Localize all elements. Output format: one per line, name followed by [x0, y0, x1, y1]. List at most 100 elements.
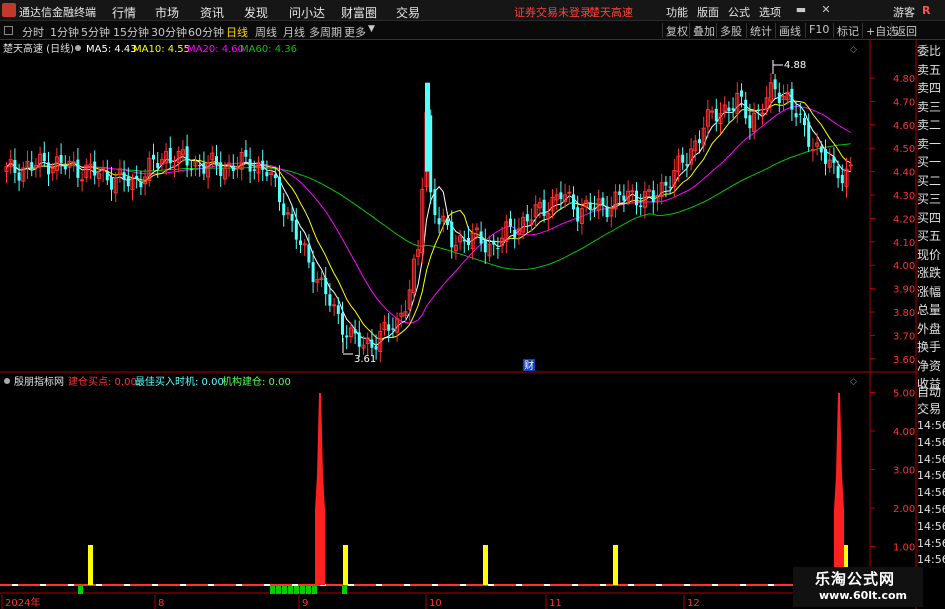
yellow-signal-bar	[343, 545, 348, 585]
more-dropdown-icon[interactable]: ▼	[368, 24, 375, 34]
indicator-settings-icon[interactable]	[4, 378, 10, 384]
tab-30min[interactable]: 30分钟	[151, 24, 187, 40]
candle-body	[47, 162, 50, 175]
candle-body	[450, 221, 454, 248]
menu-shichang[interactable]: 市场	[155, 4, 179, 21]
tool-diejia[interactable]: 叠加	[689, 23, 715, 38]
date-label: 9	[302, 598, 308, 609]
period-toolbar: 分时 1分钟 5分钟 15分钟 30分钟 60分钟 日线 周线 月线 多周期 更…	[0, 21, 945, 40]
trade-login-notice[interactable]: 证券交易未登录	[514, 4, 591, 20]
layout-toggle-icon[interactable]	[4, 26, 13, 35]
tab-weekly[interactable]: 周线	[255, 24, 277, 40]
candle-body	[261, 160, 265, 170]
menu-banmian[interactable]: 版面	[697, 4, 719, 20]
ma20-label: MA20: 4.60	[187, 44, 244, 55]
candle-body	[110, 177, 113, 190]
tab-15min[interactable]: 15分钟	[113, 24, 149, 40]
menu-xuanxiang[interactable]: 选项	[759, 4, 781, 20]
tool-tongji[interactable]: 统计	[746, 23, 772, 38]
menu-caifuquan[interactable]: 财富圈	[341, 4, 377, 21]
candle-body	[760, 112, 765, 115]
baseline-dash	[264, 584, 270, 586]
tab-more[interactable]: 更多	[344, 24, 366, 40]
menu-jiaoyi[interactable]: 交易	[396, 4, 420, 21]
menu-faxian[interactable]: 发现	[244, 4, 268, 21]
candle-body	[651, 190, 655, 203]
baseline-dash	[712, 584, 718, 586]
indicator-title: 殷朋指标网	[14, 375, 64, 388]
trade-time: 14:56	[917, 469, 945, 483]
quote-side-panel: 委比 卖五 卖四 卖三 卖二 卖一 买一 买二 买三 买四 买五 现价 涨跌 涨幅 总量 外盘 换手 净资 收益	[917, 42, 945, 391]
menu-wenxiaoda[interactable]: 问小达	[289, 4, 325, 21]
baseline-dash	[96, 584, 102, 586]
baseline-dash	[600, 584, 606, 586]
tab-60min[interactable]: 60分钟	[188, 24, 224, 40]
tab-multi-period[interactable]: 多周期	[309, 24, 342, 40]
candle-body	[202, 162, 206, 174]
user-label[interactable]: 游客	[893, 4, 915, 20]
candle-body	[446, 219, 449, 226]
candle-body	[513, 230, 517, 238]
header-stock-name: 楚天高速	[589, 6, 633, 19]
indicator-tick-label: 1.00	[893, 543, 915, 554]
baseline-dash	[432, 584, 438, 586]
candle-body	[467, 237, 470, 246]
expand-diamond-icon[interactable]: ◇	[850, 45, 857, 55]
settings-icon[interactable]	[75, 45, 81, 51]
tool-duogu[interactable]: 多股	[716, 23, 742, 38]
side-label-2[interactable]: 自动	[917, 384, 945, 401]
tool-huaxian[interactable]: 画线	[775, 23, 801, 38]
candle-body	[559, 192, 563, 200]
site-watermark: 乐淘公式网 www.60lt.com	[793, 567, 923, 607]
tool-fuquan[interactable]: 复权	[662, 23, 688, 38]
candle-body	[698, 139, 701, 144]
expand-diamond-icon-2[interactable]: ◇	[850, 377, 857, 387]
date-axis: 2024年 8 9 10 11 12	[1, 595, 700, 609]
trade-time: 14:56	[917, 536, 945, 550]
green-signal-block	[282, 586, 287, 594]
quote-side-panel-2: 自动交易14:5614:5614:5614:5614:5614:5614:561…	[917, 384, 945, 569]
tool-biaoji[interactable]: 标记	[833, 23, 859, 38]
candle-body	[105, 171, 109, 181]
kline-chart-area[interactable]: 楚天高速 (日线) MA5: 4.43 MA10: 4.55 MA20: 4.6…	[0, 40, 945, 609]
candle-body	[462, 239, 466, 242]
baseline-dash	[404, 584, 410, 586]
trade-time: 14:56	[917, 502, 945, 516]
side-label: 买三	[917, 192, 942, 206]
baseline-dash	[488, 584, 494, 586]
candle-body	[593, 207, 596, 209]
tool-back[interactable]: 返回	[891, 23, 917, 38]
close-icon[interactable]: ✕	[819, 3, 833, 17]
tab-5min[interactable]: 5分钟	[81, 24, 110, 40]
side-label: 买四	[917, 210, 942, 225]
menu-gongshi[interactable]: 公式	[728, 4, 750, 20]
price-tick-label: 4.50	[893, 144, 915, 155]
candle-body	[798, 113, 802, 115]
baseline-dash	[292, 584, 298, 586]
candle-body	[122, 172, 126, 181]
candle-body	[756, 109, 760, 111]
minimize-icon[interactable]: ▬	[794, 3, 808, 17]
candle-body	[437, 218, 441, 225]
tab-monthly[interactable]: 月线	[283, 24, 305, 40]
ma60-label: MA60: 4.36	[240, 44, 297, 55]
tool-f10[interactable]: F10	[805, 23, 829, 38]
red-spike	[315, 393, 325, 585]
candle-body	[30, 162, 34, 169]
side-label-2[interactable]: 交易	[917, 401, 945, 418]
indicator-l2: 最佳买入时机: 0.00	[135, 375, 224, 388]
tab-daily[interactable]: 日线	[226, 24, 248, 40]
kline-chart-svg[interactable]: 楚天高速 (日线) MA5: 4.43 MA10: 4.55 MA20: 4.6…	[0, 40, 945, 609]
candle-body	[302, 243, 307, 246]
menu-gongneng[interactable]: 功能	[666, 4, 688, 20]
date-label: 12	[687, 598, 700, 609]
app-title: 通达信金融终端	[19, 6, 96, 19]
menu-hangqing[interactable]: 行情	[112, 4, 136, 21]
baseline-dash	[684, 584, 690, 586]
candle-body	[740, 90, 743, 97]
candle-body	[601, 197, 605, 206]
tab-fenshi[interactable]: 分时	[22, 24, 44, 40]
tab-1min[interactable]: 1分钟	[50, 24, 79, 40]
menu-zixun[interactable]: 资讯	[200, 4, 224, 21]
candle-body	[219, 162, 223, 176]
